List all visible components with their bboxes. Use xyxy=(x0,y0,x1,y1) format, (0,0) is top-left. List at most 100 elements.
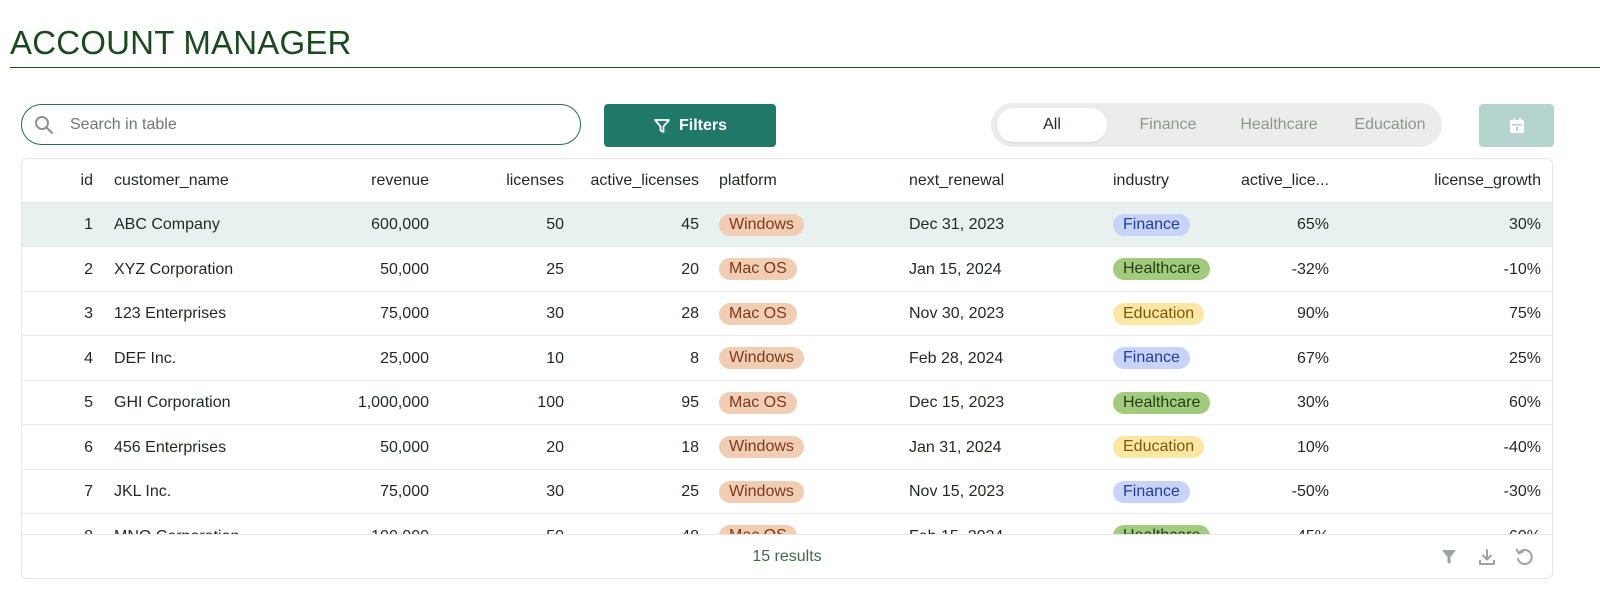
cell-next-renewal: Jan 31, 2024 xyxy=(909,438,1002,456)
segment-all[interactable]: All xyxy=(997,108,1107,142)
cell-revenue: 50,000 xyxy=(380,260,429,278)
industry-tag: Education xyxy=(1113,436,1205,459)
cell-revenue: 75,000 xyxy=(380,483,429,500)
cell-license-growth: 75% xyxy=(1508,305,1541,322)
table-row[interactable]: 4 DEF Inc. 25,000 10 8 Windows Feb 28, 2024 Fin… xyxy=(22,337,1552,381)
industry-tag: Finance xyxy=(1113,347,1190,370)
calendar-icon xyxy=(1509,117,1524,133)
search-input[interactable] xyxy=(68,114,532,135)
cell-revenue: 600,000 xyxy=(371,216,429,233)
cell-id: 4 xyxy=(84,349,93,367)
cell-license-growth: 60% xyxy=(1362,515,1541,535)
platform-tag: Windows xyxy=(719,213,804,236)
cell-active-licenses: 8 xyxy=(690,349,699,367)
platform-tag: Mac OS xyxy=(719,302,797,325)
segment-healthcare[interactable]: Healthcare xyxy=(1229,108,1329,142)
cell-active-licenses: 25 xyxy=(681,483,699,500)
cell-licenses: 50 xyxy=(452,515,564,535)
cell-industry: Education xyxy=(1113,426,1253,470)
platform-tag: Mac OS xyxy=(719,525,797,534)
search-icon xyxy=(35,115,53,134)
column-header-license-growth[interactable]: license_growth xyxy=(1362,159,1541,203)
reset-icon[interactable] xyxy=(1514,547,1534,567)
cell-next-renewal: Nov 30, 2023 xyxy=(909,305,1005,322)
table-row[interactable]: 6 456 Enterprises 50,000 20 18 Windows Jan 31,… xyxy=(22,426,1552,470)
filters-button[interactable]: Filters xyxy=(604,104,776,147)
industry-segmented-control: All Finance Healthcare Education xyxy=(991,103,1442,147)
cell-license-growth: -30% xyxy=(1503,483,1541,500)
cell-next-renewal: Feb 28, 2024 xyxy=(909,349,1004,367)
results-count: 15 results xyxy=(752,548,822,565)
cell-licenses: 20 xyxy=(546,438,564,456)
cell-platform: Mac OS xyxy=(719,248,889,292)
cell-active-licenses-pct: -32% xyxy=(1291,260,1329,278)
table-row[interactable]: 8MNO Corporation100,0005048Mac OSFeb 15,… xyxy=(22,515,1552,535)
cell-industry: Finance xyxy=(1113,203,1253,247)
cell-active-licenses-pct: 10% xyxy=(1296,438,1329,456)
platform-tag: Windows xyxy=(719,436,804,459)
cell-license-growth: 30% xyxy=(1508,216,1541,233)
cell-active-licenses-pct: 65% xyxy=(1296,216,1329,233)
cell-licenses: 100 xyxy=(537,394,564,411)
table-header: id customer_name revenue licenses active… xyxy=(22,159,1552,203)
segment-finance[interactable]: Finance xyxy=(1119,108,1217,142)
industry-tag: Education xyxy=(1113,302,1205,325)
cell-platform: Mac OS xyxy=(719,292,889,336)
cell-id: 5 xyxy=(84,394,93,411)
cell-platform: Windows xyxy=(719,203,889,247)
cell-next-renewal: Dec 15, 2023 xyxy=(909,394,1005,411)
column-header-revenue[interactable]: revenue xyxy=(252,159,429,203)
platform-tag: Mac OS xyxy=(719,258,797,281)
cell-active-licenses-pct: -50% xyxy=(1291,483,1329,500)
column-header-industry[interactable]: industry xyxy=(1113,159,1253,203)
calendar-button[interactable] xyxy=(1479,104,1554,147)
table-row[interactable]: 2 XYZ Corporation 50,000 25 20 Mac OS Jan 15, … xyxy=(22,248,1552,292)
cell-active-licenses: 20 xyxy=(681,260,699,278)
table-row[interactable]: 5 GHI Corporation 1,000,000 100 95 Mac OS Dec … xyxy=(22,381,1552,425)
column-header-licenses[interactable]: licenses xyxy=(452,159,564,203)
title-divider xyxy=(10,67,1600,68)
cell-industry: Healthcare xyxy=(1113,515,1253,534)
cell-active-licenses-pct: 90% xyxy=(1296,305,1329,322)
cell-next-renewal: Feb 15, 2024 xyxy=(909,515,1089,535)
table-row[interactable]: 7 JKL Inc. 75,000 30 25 Windows Nov 15, 2023 Fi… xyxy=(22,470,1552,514)
cell-license-growth: -10% xyxy=(1503,260,1541,278)
cell-revenue: 75,000 xyxy=(380,305,429,322)
table-row[interactable]: 1 ABC Company 600,000 50 45 Windows Dec 31, 20… xyxy=(22,203,1552,247)
cell-next-renewal: Jan 15, 2024 xyxy=(909,260,1002,278)
funnel-icon xyxy=(654,118,670,133)
cell-active-licenses: 28 xyxy=(681,305,699,322)
segment-education[interactable]: Education xyxy=(1341,108,1439,142)
industry-tag: Healthcare xyxy=(1113,525,1211,534)
table-body: 1 ABC Company 600,000 50 45 Windows Dec 31, 20… xyxy=(22,203,1552,534)
column-header-next-renewal[interactable]: next_renewal xyxy=(909,159,1089,203)
cell-industry: Healthcare xyxy=(1113,381,1253,425)
column-header-active-licenses[interactable]: active_licenses xyxy=(582,159,700,203)
filter-icon[interactable] xyxy=(1439,547,1459,567)
column-header-active-licenses-pct[interactable]: active_lice... xyxy=(1237,159,1329,203)
cell-licenses: 25 xyxy=(546,260,564,278)
cell-next-renewal: Dec 31, 2023 xyxy=(909,216,1005,233)
industry-tag: Healthcare xyxy=(1113,258,1211,281)
page-title: ACCOUNT MANAGER xyxy=(10,24,352,61)
industry-tag: Healthcare xyxy=(1113,391,1211,414)
download-icon[interactable] xyxy=(1477,547,1497,567)
cell-active-licenses-pct: 30% xyxy=(1296,394,1329,411)
cell-revenue: 25,000 xyxy=(380,349,429,367)
cell-id: 7 xyxy=(84,483,93,500)
cell-revenue: 1,000,000 xyxy=(357,394,429,411)
cell-licenses: 50 xyxy=(546,216,564,233)
platform-tag: Mac OS xyxy=(719,391,797,414)
cell-active-licenses-pct: 45% xyxy=(1237,515,1329,535)
cell-revenue: 100,000 xyxy=(252,515,429,535)
column-header-id[interactable]: id xyxy=(22,159,93,203)
cell-active-licenses: 45 xyxy=(681,216,699,233)
cell-licenses: 30 xyxy=(546,305,564,322)
accounts-table: id customer_name revenue licenses active… xyxy=(21,158,1553,579)
search-box[interactable] xyxy=(21,104,581,145)
cell-revenue: 50,000 xyxy=(380,438,429,456)
column-header-platform[interactable]: platform xyxy=(719,159,889,203)
cell-license-growth: 60% xyxy=(1508,394,1541,411)
table-row[interactable]: 3 123 Enterprises 75,000 30 28 Mac OS Nov 30, … xyxy=(22,292,1552,336)
platform-tag: Windows xyxy=(719,480,804,503)
